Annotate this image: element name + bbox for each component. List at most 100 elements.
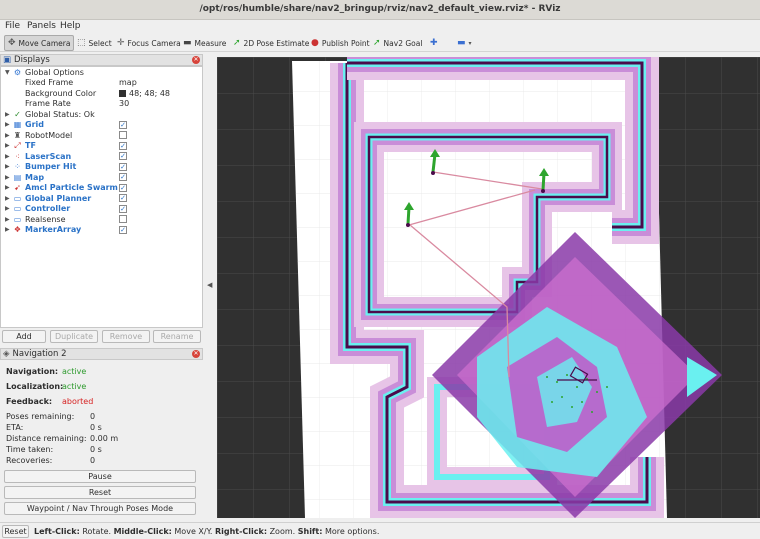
- close-displays-icon[interactable]: ✕: [192, 56, 200, 64]
- focus-camera-tool[interactable]: ✛ Focus Camera: [114, 35, 184, 51]
- add-tool-icon: ✚: [430, 37, 438, 48]
- color-swatch: [119, 89, 126, 97]
- localization-status-value: active: [62, 382, 87, 391]
- display-item-checkbox[interactable]: ✓: [119, 141, 127, 150]
- display-item-map[interactable]: ▶ ▤ Map ✓: [1, 172, 202, 183]
- display-item-label: Amcl Particle Swarm: [25, 183, 118, 193]
- pose-estimate-tool[interactable]: ➚ 2D Pose Estimate: [230, 35, 312, 51]
- tree-row-fixed-frame[interactable]: Fixed Frame map: [1, 78, 202, 89]
- collapsed-arrow-icon[interactable]: ▶: [5, 132, 10, 139]
- nav2-goal-label: Nav2 Goal: [383, 38, 423, 48]
- laser-scan-icon: ⁖: [15, 151, 20, 161]
- display-item-bumper-hit[interactable]: ▶ ⁘ Bumper Hit ✓: [1, 162, 202, 173]
- move-camera-icon: ✥: [8, 37, 16, 48]
- publish-point-icon: ●: [311, 37, 319, 48]
- move-camera-tool[interactable]: ✥ Move Camera: [4, 35, 74, 51]
- display-item-checkbox[interactable]: ✓: [119, 162, 127, 171]
- grid-icon: ▦: [13, 120, 22, 130]
- collapsed-arrow-icon[interactable]: ▶: [5, 142, 10, 149]
- expanded-arrow-icon[interactable]: ▼: [5, 69, 10, 76]
- add-display-button[interactable]: Add: [2, 330, 46, 343]
- select-icon: ⬚: [77, 37, 86, 48]
- reset-navigation-button[interactable]: Reset: [4, 486, 196, 499]
- display-item-label: TF: [25, 141, 36, 151]
- window-title: /opt/ros/humble/share/nav2_bringup/rviz/…: [199, 4, 561, 14]
- navigation-panel-header: ◈ Navigation 2 ✕: [0, 348, 203, 360]
- collapsed-arrow-icon[interactable]: ▶: [5, 205, 10, 212]
- background-color-value[interactable]: 48; 48; 48: [119, 89, 170, 98]
- measure-tool[interactable]: ▬ Measure: [180, 35, 229, 51]
- bumper-hit-icon: ⁘: [14, 162, 21, 172]
- remove-tool-icon: ▬: [457, 37, 466, 48]
- collapsed-arrow-icon[interactable]: ▶: [5, 121, 10, 128]
- tree-row-frame-rate[interactable]: Frame Rate 30: [1, 99, 202, 110]
- display-item-markerarray[interactable]: ▶ ❖ MarkerArray ✓: [1, 225, 202, 236]
- global-options-label: Global Options: [25, 67, 84, 77]
- collapsed-arrow-icon[interactable]: ▶: [5, 163, 10, 170]
- displays-tree: ▼ ⚙ Global Options Fixed Frame map Backg…: [0, 66, 203, 328]
- display-item-checkbox[interactable]: ✓: [119, 173, 127, 182]
- render-view[interactable]: [217, 57, 760, 518]
- tree-row-background-color[interactable]: Background Color 48; 48; 48: [1, 88, 202, 99]
- display-item-tf[interactable]: ▶ ⤢ TF ✓: [1, 141, 202, 152]
- select-tool[interactable]: ⬚ Select: [74, 35, 115, 51]
- menu-file[interactable]: File: [5, 21, 20, 31]
- publish-point-label: Publish Point: [321, 38, 370, 48]
- display-item-checkbox[interactable]: ✓: [119, 120, 127, 129]
- map-visualization: [217, 57, 760, 518]
- display-item-checkbox[interactable]: ✓: [119, 152, 127, 161]
- display-item-checkbox[interactable]: ✓: [119, 183, 127, 192]
- time-taken-value: 0 s: [90, 445, 102, 454]
- navigation-panel-icon: ◈: [3, 349, 10, 359]
- close-navigation-icon[interactable]: ✕: [192, 350, 200, 358]
- collapsed-arrow-icon[interactable]: ▶: [5, 195, 10, 202]
- remove-display-button[interactable]: Remove: [102, 330, 150, 343]
- display-item-checkbox[interactable]: ✓: [119, 194, 127, 203]
- collapsed-arrow-icon[interactable]: ▶: [5, 174, 10, 181]
- robot-model-icon: ♜: [13, 130, 22, 140]
- collapsed-arrow-icon[interactable]: ▶: [5, 216, 10, 223]
- measure-label: Measure: [194, 38, 227, 48]
- collapsed-arrow-icon[interactable]: ▶: [5, 184, 10, 191]
- duplicate-display-button[interactable]: Duplicate: [50, 330, 98, 343]
- tree-row-global-options[interactable]: ▼ ⚙ Global Options: [1, 67, 202, 78]
- display-item-checkbox[interactable]: ✓: [119, 225, 127, 234]
- waypoint-mode-button[interactable]: Waypoint / Nav Through Poses Mode: [4, 502, 196, 515]
- tree-row-global-status[interactable]: ▶ ✓ Global Status: Ok: [1, 109, 202, 120]
- display-item-checkbox[interactable]: [119, 215, 127, 224]
- frame-rate-value[interactable]: 30: [119, 99, 129, 108]
- navigation-status-value: active: [62, 367, 87, 376]
- display-item-global-planner[interactable]: ▶ ▭ Global Planner ✓: [1, 193, 202, 204]
- display-item-label: Controller: [25, 204, 71, 214]
- tool-bar: ✥ Move Camera ⬚ Select ✛ Focus Camera ▬ …: [0, 34, 760, 52]
- display-item-amcl-particle-swarm[interactable]: ▶ ➹ Amcl Particle Swarm ✓: [1, 183, 202, 194]
- add-tool-button[interactable]: ✚: [427, 35, 441, 51]
- display-item-label: Global Planner: [25, 193, 92, 203]
- background-color-label: Background Color: [25, 88, 97, 98]
- collapsed-arrow-icon[interactable]: ▶: [5, 111, 10, 118]
- rename-display-button[interactable]: Rename: [153, 330, 201, 343]
- display-item-realsense[interactable]: ▶ ▭ Realsense: [1, 214, 202, 225]
- publish-point-tool[interactable]: ● Publish Point: [308, 35, 373, 51]
- menu-help[interactable]: Help: [60, 21, 81, 31]
- fixed-frame-value[interactable]: map: [119, 78, 137, 87]
- collapsed-arrow-icon[interactable]: ▶: [5, 226, 10, 233]
- collapse-arrow-icon[interactable]: ◀: [207, 281, 212, 289]
- collapsed-arrow-icon[interactable]: ▶: [5, 153, 10, 160]
- menu-panels[interactable]: Panels: [27, 21, 56, 31]
- pause-button[interactable]: Pause: [4, 470, 196, 483]
- menu-bar: File Panels Help: [0, 20, 760, 34]
- navigation-panel-title: Navigation 2: [12, 349, 67, 359]
- display-item-robotmodel[interactable]: ▶ ♜ RobotModel: [1, 130, 202, 141]
- display-item-label: RobotModel: [25, 130, 73, 140]
- nav2-goal-tool[interactable]: ➚ Nav2 Goal: [370, 35, 425, 51]
- display-item-controller[interactable]: ▶ ▭ Controller ✓: [1, 204, 202, 215]
- display-item-checkbox[interactable]: ✓: [119, 204, 127, 213]
- display-item-grid[interactable]: ▶ ▦ Grid ✓: [1, 120, 202, 131]
- pose-estimate-icon: ➚: [233, 37, 241, 48]
- panel-splitter[interactable]: ◀: [204, 53, 217, 518]
- reset-view-button[interactable]: Reset: [2, 525, 29, 538]
- display-item-checkbox[interactable]: [119, 131, 127, 140]
- display-item-laserscan[interactable]: ▶ ⁖ LaserScan ✓: [1, 151, 202, 162]
- remove-tool-button[interactable]: ▬ ▾: [454, 35, 475, 51]
